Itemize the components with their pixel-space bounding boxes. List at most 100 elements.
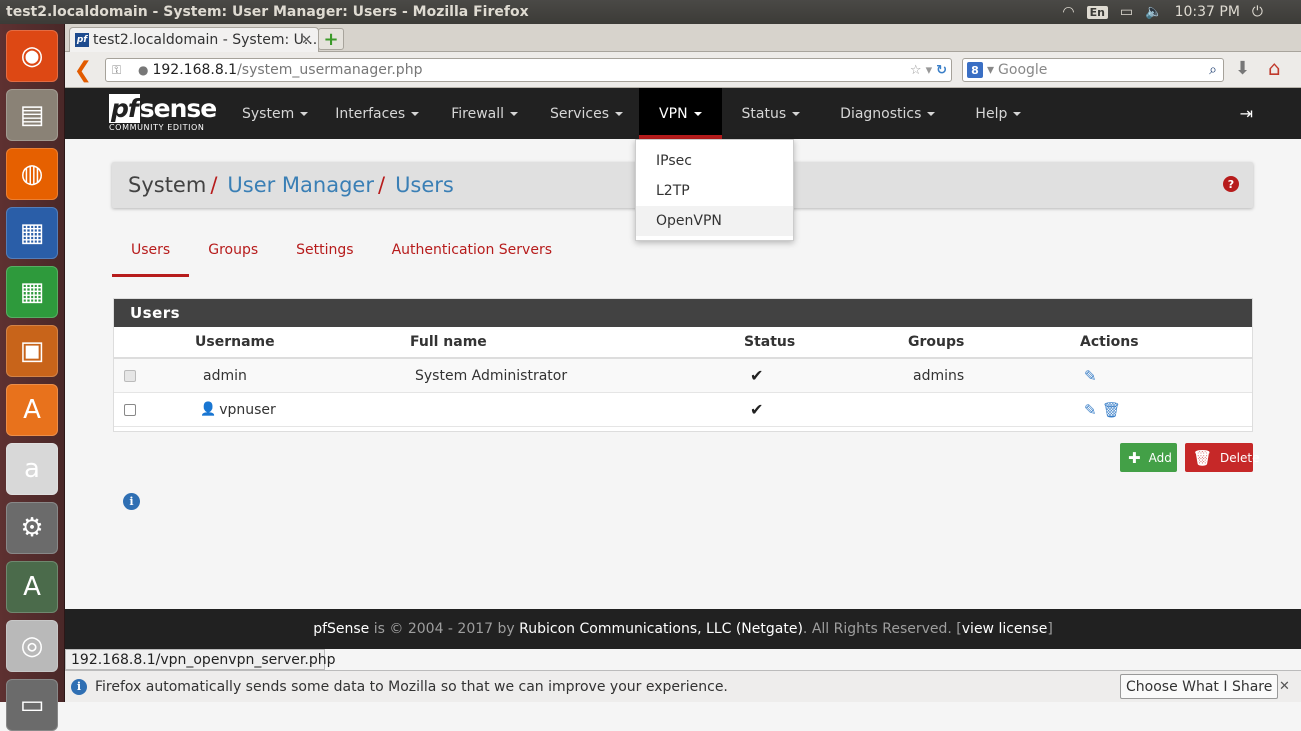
edit-user-icon[interactable]: ✎ — [1084, 359, 1097, 392]
menu-firewall[interactable]: Firewall — [435, 88, 534, 139]
menu-label: System — [242, 105, 295, 122]
column-header-groups: Groups — [908, 334, 965, 350]
menu-status[interactable]: Status — [722, 88, 821, 139]
files-icon[interactable]: ▤ — [6, 89, 58, 141]
url-host: 192.168.8.1 — [152, 62, 238, 78]
menu-label: Services — [550, 105, 610, 122]
tab-settings[interactable]: Settings — [277, 230, 372, 277]
footer-pfsense-link[interactable]: pfSense — [313, 621, 369, 637]
google-search-engine-icon[interactable]: 8 — [967, 62, 983, 78]
firefox-icon[interactable]: ◍ — [6, 148, 58, 200]
site-identity-icon[interactable]: ⚿ — [112, 63, 134, 78]
tab-users[interactable]: Users — [112, 230, 190, 277]
trash-icon[interactable]: ▭ — [6, 679, 58, 731]
power-icon[interactable]: ⏻ — [1252, 4, 1263, 20]
wifi-icon[interactable]: ◠ — [1062, 4, 1074, 20]
back-button[interactable]: ❮ — [71, 58, 95, 83]
user-manager-tabs: Users Groups Settings Authentication Ser… — [112, 230, 571, 278]
column-header-fullname: Full name — [410, 334, 487, 350]
row-select-checkbox[interactable] — [124, 403, 136, 416]
menu-item-ipsec[interactable]: IPsec — [636, 146, 793, 176]
software-updater-icon[interactable]: A — [6, 561, 58, 613]
volume-icon[interactable]: 🔈 — [1145, 4, 1162, 20]
downloads-icon[interactable]: ⬇ — [1235, 58, 1250, 79]
settings-icon[interactable]: ⚙ — [6, 502, 58, 554]
menu-label: VPN — [659, 105, 688, 122]
edit-user-icon[interactable]: ✎ — [1084, 393, 1097, 426]
close-notification-icon[interactable]: ✕ — [1279, 679, 1290, 694]
breadcrumb-separator: / — [210, 173, 218, 197]
search-icon[interactable]: ⌕ — [1209, 62, 1217, 78]
reload-icon[interactable]: ↻ — [936, 63, 947, 78]
help-icon[interactable]: ? — [1223, 176, 1239, 192]
cell-fullname: System Administrator — [415, 367, 568, 384]
info-icon[interactable]: i — [123, 493, 140, 510]
tab-authentication-servers[interactable]: Authentication Servers — [373, 230, 571, 277]
breadcrumb-separator: / — [377, 173, 386, 197]
keyboard-layout-indicator[interactable]: En — [1086, 5, 1108, 19]
pfsense-page: pfsense COMMUNITY EDITION System Interfac… — [65, 88, 1301, 648]
logout-icon[interactable]: ⇥ — [1240, 104, 1253, 123]
close-tab-icon[interactable]: ✕ — [301, 33, 312, 48]
logo-subtitle: COMMUNITY EDITION — [109, 123, 205, 132]
view-license-link[interactable]: view license — [962, 621, 1048, 637]
home-icon[interactable]: ⌂ — [1268, 56, 1281, 80]
browser-tab-active[interactable]: pf test2.localdomain - System: U... ✕ — [69, 27, 319, 52]
cell-username: vpnuser — [219, 401, 276, 418]
menu-item-openvpn[interactable]: OpenVPN — [636, 206, 793, 236]
system-tray: ◠ En ▭ 🔈 10:37 PM ⏻ — [1062, 4, 1301, 20]
table-row: admin System Administrator ✔ admins ✎ — [114, 359, 1252, 393]
column-header-status: Status — [744, 334, 796, 350]
breadcrumb-user-manager[interactable]: User Manager — [227, 173, 374, 197]
menu-diagnostics[interactable]: Diagnostics — [820, 88, 955, 139]
menu-vpn[interactable]: VPN — [639, 88, 722, 139]
caret-down-icon — [792, 111, 801, 116]
menu-system[interactable]: System — [231, 88, 319, 139]
dropdown-arrow-icon[interactable]: ▾ — [926, 63, 933, 78]
cell-username: admin — [203, 367, 247, 384]
menu-label: Diagnostics — [840, 105, 922, 122]
user-icon: 👤 — [200, 402, 217, 417]
delete-users-button[interactable]: 🗑 Delete — [1185, 443, 1259, 472]
amazon-icon[interactable]: a — [6, 443, 58, 495]
clock[interactable]: 10:37 PM — [1175, 4, 1240, 20]
delete-user-icon[interactable]: 🗑 — [1102, 393, 1121, 426]
calc-icon[interactable]: ▦ — [6, 266, 58, 318]
table-row: 👤 vpnuser ✔ ✎ 🗑 — [114, 393, 1252, 427]
footer-bracket: ] — [1047, 621, 1053, 637]
choose-what-i-share-button[interactable]: Choose What I Share — [1120, 674, 1279, 699]
ubuntu-top-panel: test2.localdomain - System: User Manager… — [0, 0, 1301, 24]
impress-icon[interactable]: ▣ — [6, 325, 58, 377]
search-placeholder: Google — [998, 62, 1048, 78]
menu-interfaces[interactable]: Interfaces — [319, 88, 435, 139]
pfsense-logo[interactable]: pfsense COMMUNITY EDITION — [109, 94, 217, 132]
caret-down-icon — [615, 111, 624, 116]
cell-groups: admins — [913, 367, 965, 384]
search-bar[interactable]: 8 ▾ Google ⌕ — [962, 58, 1224, 82]
software-center-icon[interactable]: A — [6, 384, 58, 436]
users-panel: Users Username Full name Status Groups A… — [113, 298, 1253, 432]
writer-icon[interactable]: ▦ — [6, 207, 58, 259]
battery-icon[interactable]: ▭ — [1120, 4, 1133, 20]
column-header-username: Username — [195, 334, 275, 350]
menu-help[interactable]: Help — [955, 88, 1041, 139]
delete-button-label: Delete — [1220, 450, 1260, 465]
ubuntu-dash-icon[interactable]: ◉ — [6, 30, 58, 82]
url-bar[interactable]: ⚿ ● 192.168.8.1/system_usermanager.php ☆… — [105, 58, 952, 82]
status-check-icon: ✔ — [750, 400, 764, 419]
new-tab-button[interactable]: + — [318, 28, 344, 50]
main-menu: System Interfaces Firewall Services VPN Statu… — [231, 88, 1041, 139]
menu-item-l2tp[interactable]: L2TP — [636, 176, 793, 206]
menu-services[interactable]: Services — [534, 88, 639, 139]
logo-sense: sense — [139, 94, 217, 123]
bookmark-star-icon[interactable]: ☆ — [910, 63, 922, 78]
footer-netgate-link[interactable]: Rubicon Communications, LLC (Netgate) — [519, 621, 803, 637]
dvd-icon[interactable]: ◎ — [6, 620, 58, 672]
browser-tab-bar: pf test2.localdomain - System: U... ✕ + — [65, 24, 1301, 52]
caret-down-icon — [693, 111, 702, 116]
breadcrumb-users[interactable]: Users — [395, 173, 454, 197]
search-engine-dropdown-icon[interactable]: ▾ — [987, 62, 994, 78]
add-user-button[interactable]: ✚ Add — [1120, 443, 1177, 472]
tab-groups[interactable]: Groups — [189, 230, 277, 277]
footer-text-rights: . All Rights Reserved. [ — [802, 621, 962, 637]
